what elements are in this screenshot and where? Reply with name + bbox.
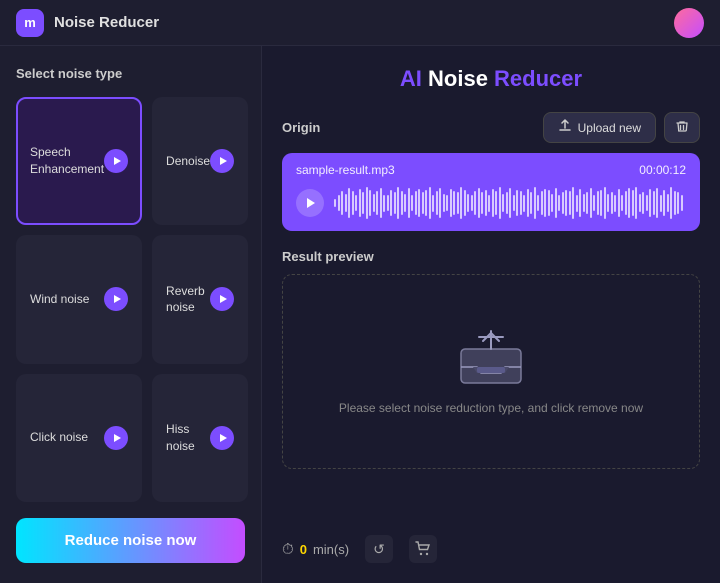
origin-title: Origin xyxy=(282,120,320,135)
noise-item-label: Reverb noise xyxy=(166,283,210,317)
audio-player: sample-result.mp3 00:00:12 xyxy=(282,153,700,231)
result-section: Result preview Please select noise reduc… xyxy=(282,249,700,523)
upload-button-label: Upload new xyxy=(578,121,641,135)
header-left: m Noise Reducer xyxy=(16,9,159,37)
play-icon[interactable] xyxy=(104,426,128,450)
bottom-bar: ⏱ 0 min(s) ↺ xyxy=(282,535,700,563)
reduce-noise-button[interactable]: Reduce noise now xyxy=(16,518,245,563)
result-placeholder: Please select noise reduction type, and … xyxy=(339,401,643,415)
app-header: m Noise Reducer xyxy=(0,0,720,46)
refresh-button[interactable]: ↺ xyxy=(365,535,393,563)
noise-item-click-noise[interactable]: Click noise xyxy=(16,374,142,502)
upload-icon xyxy=(558,119,572,136)
audio-controls xyxy=(296,185,686,221)
play-icon[interactable] xyxy=(210,426,234,450)
main-content: Select noise type Speech Enhancement Den… xyxy=(0,46,720,583)
origin-section-header: Origin Upload new xyxy=(282,112,700,143)
cart-button[interactable] xyxy=(409,535,437,563)
noise-item-label: Speech Enhancement xyxy=(30,144,104,178)
clock-icon: ⏱ xyxy=(282,541,294,558)
noise-item-label: Hiss noise xyxy=(166,421,210,455)
time-value: 0 xyxy=(300,542,307,557)
noise-item-reverb-noise[interactable]: Reverb noise xyxy=(152,235,248,363)
app-logo: m xyxy=(16,9,44,37)
app-title: Noise Reducer xyxy=(54,14,159,31)
noise-item-wind-noise[interactable]: Wind noise xyxy=(16,235,142,363)
play-icon[interactable] xyxy=(104,149,128,173)
sidebar-title: Select noise type xyxy=(16,66,245,81)
time-unit: min(s) xyxy=(313,542,349,557)
noise-type-grid: Speech Enhancement Denoise Wind noise Re… xyxy=(16,97,245,502)
upload-new-button[interactable]: Upload new xyxy=(543,112,656,143)
page-title: AI Noise Reducer xyxy=(282,66,700,92)
page-title-reducer: Reducer xyxy=(494,66,582,91)
delete-button[interactable] xyxy=(664,112,700,143)
audio-duration: 00:00:12 xyxy=(639,163,686,177)
play-icon[interactable] xyxy=(210,287,234,311)
result-title: Result preview xyxy=(282,249,700,264)
avatar[interactable] xyxy=(674,8,704,38)
origin-actions: Upload new xyxy=(543,112,700,143)
sidebar: Select noise type Speech Enhancement Den… xyxy=(0,46,262,583)
audio-play-button[interactable] xyxy=(296,189,324,217)
empty-state-icon xyxy=(457,329,525,387)
page-title-ai: AI xyxy=(400,66,428,91)
audio-filename: sample-result.mp3 xyxy=(296,163,395,177)
noise-item-denoise[interactable]: Denoise xyxy=(152,97,248,225)
noise-item-hiss-noise[interactable]: Hiss noise xyxy=(152,374,248,502)
time-info: ⏱ 0 min(s) xyxy=(282,541,349,558)
play-icon[interactable] xyxy=(210,149,234,173)
waveform xyxy=(334,185,686,221)
noise-item-label: Wind noise xyxy=(30,291,89,308)
play-icon[interactable] xyxy=(104,287,128,311)
noise-item-speech-enhancement[interactable]: Speech Enhancement xyxy=(16,97,142,225)
noise-item-label: Click noise xyxy=(30,429,88,446)
right-panel: AI Noise Reducer Origin Upload new xyxy=(262,46,720,583)
noise-item-label: Denoise xyxy=(166,153,210,170)
page-title-noise: Noise xyxy=(428,66,494,91)
result-box: Please select noise reduction type, and … xyxy=(282,274,700,469)
audio-file-row: sample-result.mp3 00:00:12 xyxy=(296,163,686,177)
